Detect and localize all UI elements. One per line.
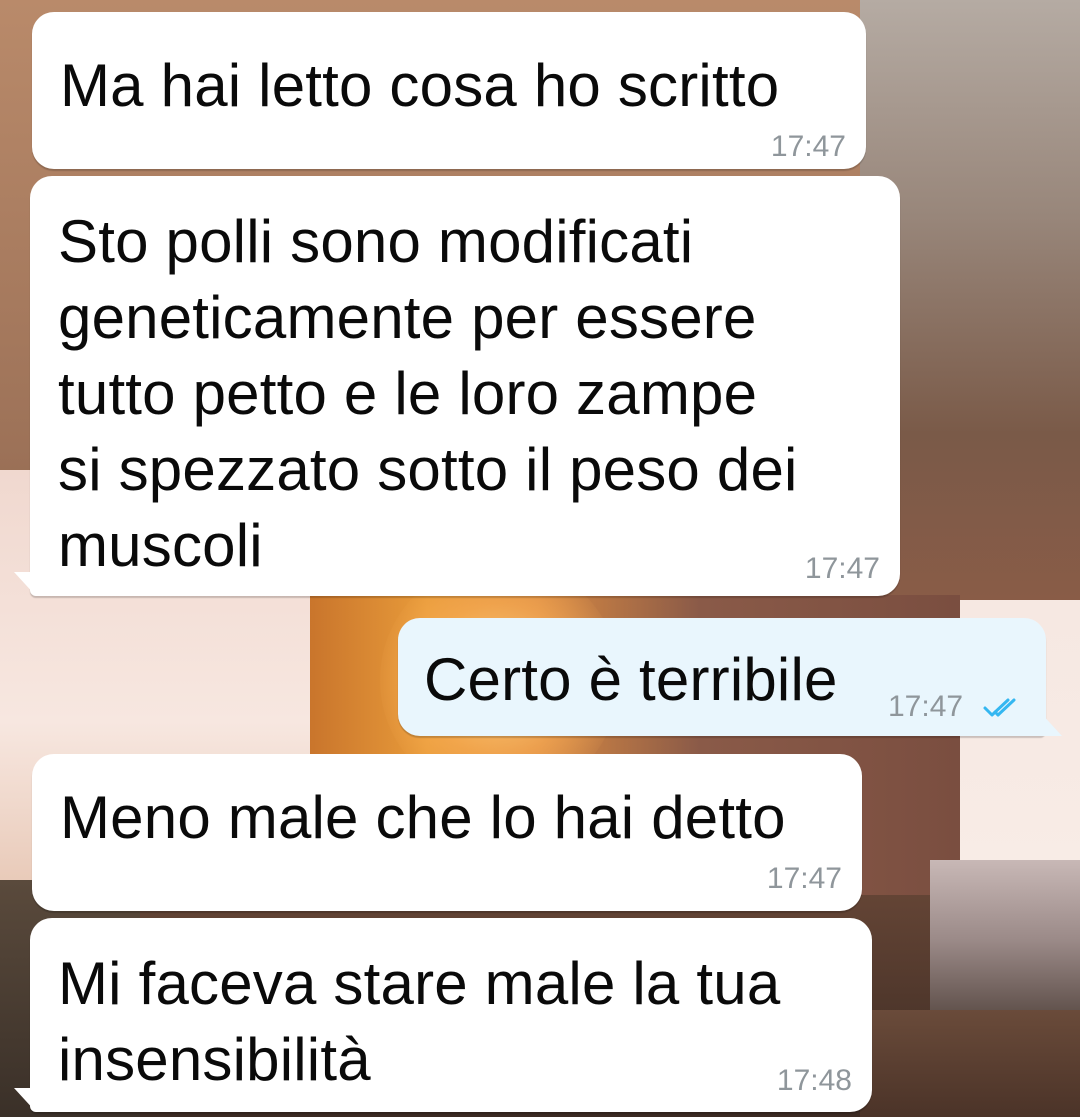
message-timestamp: 17:47 bbox=[770, 130, 846, 163]
bubble-tail bbox=[14, 1088, 36, 1112]
message-text: Meno male che lo hai detto bbox=[60, 784, 786, 851]
message-timestamp: 17:48 bbox=[776, 1064, 852, 1097]
message-timestamp: 17:47 bbox=[766, 862, 842, 895]
message-bubble-outgoing[interactable]: Certo è terribile 17:47 bbox=[398, 618, 1046, 736]
message-text: Mi faceva stare male la tua insensibilit… bbox=[58, 950, 781, 1093]
double-check-read-icon bbox=[983, 698, 1016, 717]
message-text: Certo è terribile bbox=[424, 646, 838, 713]
bubble-tail bbox=[14, 572, 36, 596]
wallpaper-sea bbox=[930, 860, 1080, 1020]
message-text: Ma hai letto cosa ho scritto bbox=[60, 52, 780, 119]
bubble-tail bbox=[1040, 712, 1062, 736]
message-text: Sto polli sono modificati geneticamente … bbox=[58, 208, 798, 579]
message-bubble-incoming[interactable]: Ma hai letto cosa ho scritto 17:47 bbox=[32, 12, 866, 169]
message-bubble-incoming[interactable]: Meno male che lo hai detto 17:47 bbox=[32, 754, 862, 911]
message-timestamp: 17:47 bbox=[888, 690, 964, 723]
message-bubble-incoming[interactable]: Sto polli sono modificati geneticamente … bbox=[30, 176, 900, 596]
wallpaper-sand bbox=[860, 1010, 1080, 1117]
message-timestamp: 17:47 bbox=[804, 552, 880, 585]
message-bubble-incoming[interactable]: Mi faceva stare male la tua insensibilit… bbox=[30, 918, 872, 1112]
